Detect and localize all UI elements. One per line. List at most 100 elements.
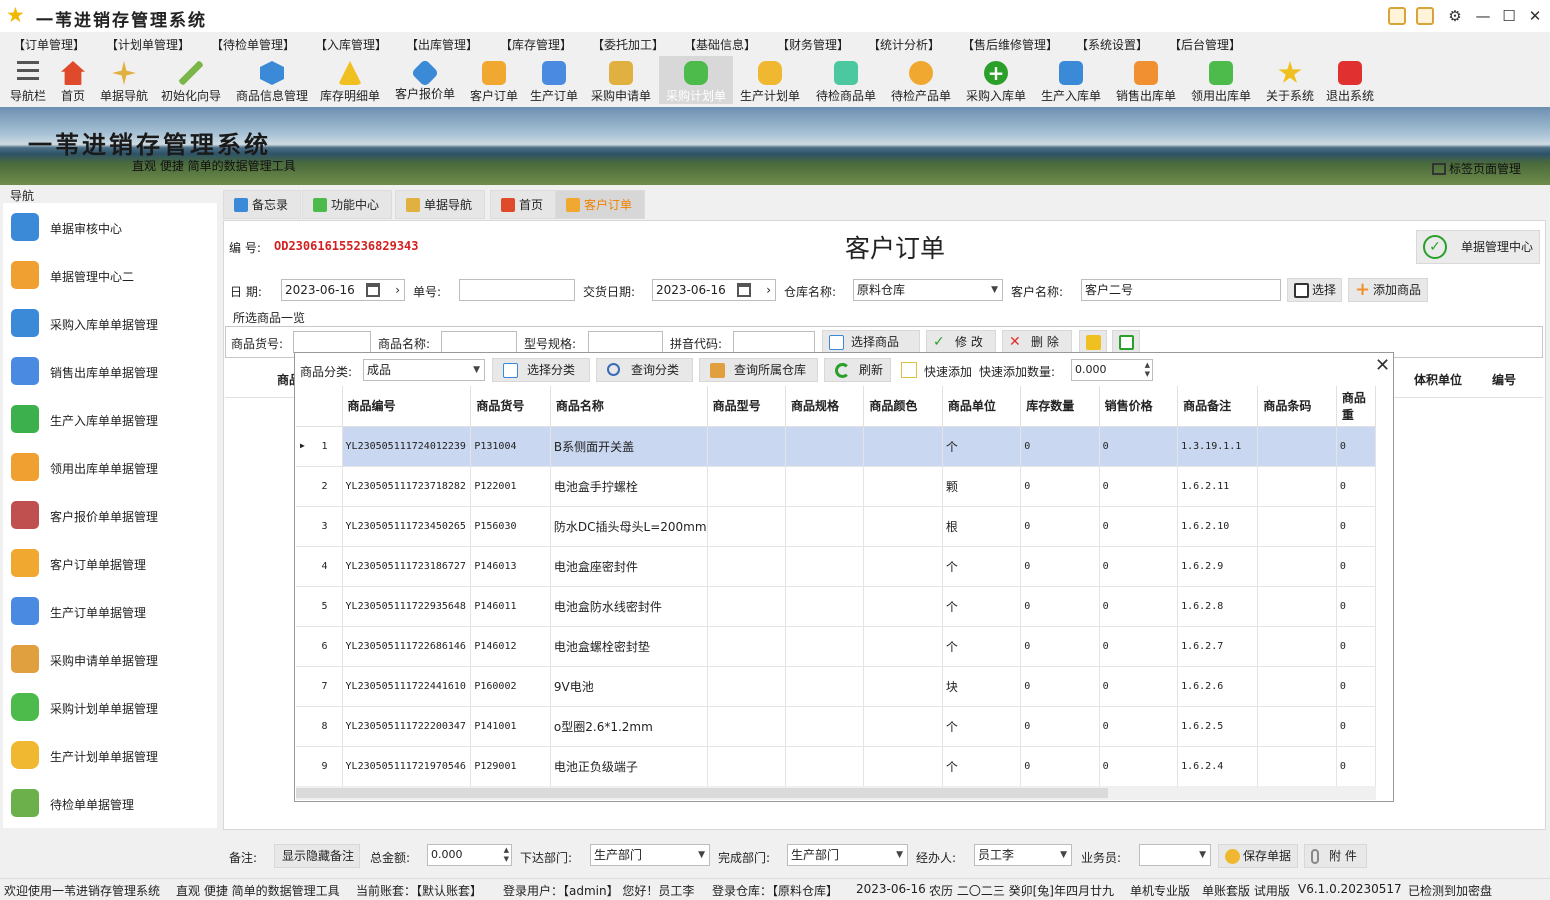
delete-button[interactable]: ✕ 删 除	[1002, 330, 1072, 354]
menu-settings[interactable]: 【系统设置】	[1076, 36, 1148, 53]
toolbar-quote-button[interactable]: 客户报价单	[392, 56, 458, 104]
nav-item-purchase-request[interactable]: 采购申请单单据管理	[3, 635, 217, 683]
nav-item-customer-quote[interactable]: 客户报价单单据管理	[3, 491, 217, 539]
doc-center-button[interactable]: ✓ 单据管理中心	[1416, 230, 1540, 264]
goods-no-input[interactable]	[293, 331, 371, 353]
toolbar-doc-nav-button[interactable]: 单据导航	[96, 56, 152, 104]
menu-statistics[interactable]: 【统计分析】	[868, 36, 940, 53]
toolbar-usage-outbound-button[interactable]: 领用出库单	[1187, 56, 1255, 104]
menu-basic-info[interactable]: 【基础信息】	[684, 36, 756, 53]
nav-item-inspection[interactable]: 待检单单据管理	[3, 779, 217, 827]
table-row[interactable]: 6 YL230505111722686146 P146012 电池盒螺栓密封垫个 0 0 1…	[296, 626, 1376, 667]
col-goods-remark[interactable]: 商品备注	[1177, 386, 1259, 427]
total-amount-stepper[interactable]: 0.000 ▲ ▼	[427, 844, 512, 866]
order-no-input[interactable]	[459, 279, 575, 301]
col-goods-code[interactable]: 商品编号	[342, 386, 472, 427]
edit-button[interactable]: ✓ 修 改	[926, 330, 996, 354]
col-goods-spec[interactable]: 商品规格	[785, 386, 865, 427]
query-category-button[interactable]: 查询分类	[596, 358, 693, 382]
menu-inbound[interactable]: 【入库管理】	[315, 36, 387, 53]
query-warehouse-button[interactable]: 查询所属仓库	[699, 358, 818, 382]
done-dept-select[interactable]: 生产部门 ▼	[787, 844, 908, 866]
toolbar-purchase-request-button[interactable]: 采购申请单	[587, 56, 655, 104]
nav-item-doc-center-2[interactable]: 单据管理中心二	[3, 251, 217, 299]
chevron-right-icon[interactable]: ›	[395, 280, 400, 300]
calendar-icon[interactable]	[366, 283, 380, 297]
menu-inspection[interactable]: 【待检单管理】	[211, 36, 295, 53]
close-window-icon[interactable]: ✕	[1524, 6, 1546, 26]
col-goods-name[interactable]: 商品名称	[550, 386, 708, 427]
select-category-button[interactable]: 选择分类	[492, 358, 590, 382]
date-picker[interactable]: 2023-06-16 ›	[281, 279, 405, 301]
table-row[interactable]: 4 YL230505111723186727 P146013 电池盒座密封件个 0 0 1.…	[296, 546, 1376, 587]
col-goods-model[interactable]: 商品型号	[707, 386, 786, 427]
chevron-right-icon[interactable]: ›	[766, 280, 771, 300]
menu-inventory[interactable]: 【库存管理】	[500, 36, 572, 53]
quick-qty-stepper[interactable]: 0.000 ▲ ▼	[1071, 359, 1153, 381]
col-stock-qty[interactable]: 库存数量	[1020, 386, 1100, 427]
warehouse-select[interactable]: 原料仓库 ▼	[853, 279, 1003, 301]
goods-name-input[interactable]	[441, 331, 517, 353]
sales-select[interactable]: ▼	[1139, 844, 1211, 866]
maximize-icon[interactable]: ☐	[1498, 6, 1520, 26]
category-select[interactable]: 成品 ▼	[363, 359, 485, 381]
copy-button[interactable]	[1112, 330, 1140, 354]
tag-manager-button[interactable]: 标签页面管理	[1432, 160, 1521, 177]
table-row[interactable]: 7 YL230505111722441610 P160002 9V电池块 0 0 1.6.2…	[296, 666, 1376, 707]
table-row[interactable]: ▶ 1 YL230505111724012239 P131004 B系侧面开关盖个 0 0 1…	[296, 426, 1376, 467]
nav-item-production-order[interactable]: 生产订单单据管理	[3, 587, 217, 635]
table-row[interactable]: 5 YL230505111722935648 P146011 电池盒防水线密封件个 0 0…	[296, 586, 1376, 627]
tab-customer-order[interactable]: 客户订单	[555, 190, 646, 219]
toolbar-pending-products-button[interactable]: 待检产品单	[887, 56, 955, 104]
toolbar-stock-detail-button[interactable]: 库存明细单	[316, 56, 384, 104]
table-row[interactable]: 8 YL230505111722200347 P141001 o型圈2.6*1.2mm…	[296, 706, 1376, 747]
nav-item-purchase-inbound[interactable]: 采购入库单单据管理	[3, 299, 217, 347]
toolbar-nav-button[interactable]: 导航栏	[4, 56, 52, 104]
table-row[interactable]: 9 YL230505111721970546 P129001 电池正负级端子个 0 0 1.…	[296, 746, 1376, 786]
table-row[interactable]: 3 YL230505111723450265 P156030 防水DC插头母头L=20…	[296, 506, 1376, 547]
handler-select[interactable]: 员工李 ▼	[974, 844, 1072, 866]
skin-icon[interactable]	[1386, 6, 1408, 26]
col-goods-unit[interactable]: 商品单位	[942, 386, 1022, 427]
refresh-button[interactable]: 刷新	[824, 358, 891, 382]
delivery-date-picker[interactable]: 2023-06-16 ›	[652, 279, 776, 301]
stepper-arrows-icon[interactable]: ▲ ▼	[1145, 361, 1150, 379]
minimize-icon[interactable]: —	[1472, 6, 1494, 26]
col-goods-weight[interactable]: 商品重	[1336, 386, 1376, 427]
gear-icon[interactable]: ⚙	[1444, 6, 1466, 26]
toolbar-production-order-button[interactable]: 生产订单	[526, 56, 582, 104]
toolbar-customer-order-button[interactable]: 客户订单	[466, 56, 522, 104]
model-input[interactable]	[588, 331, 663, 353]
tab-memo[interactable]: 备忘录	[223, 190, 302, 219]
choose-customer-button[interactable]: 选择	[1287, 278, 1342, 302]
calendar-icon[interactable]	[737, 283, 751, 297]
toolbar-pending-goods-button[interactable]: 待检商品单	[812, 56, 880, 104]
issue-dept-select[interactable]: 生产部门 ▼	[590, 844, 710, 866]
save-button[interactable]: 保存单据	[1218, 844, 1298, 868]
toolbar-production-inbound-button[interactable]: 生产入库单	[1037, 56, 1105, 104]
attach-button[interactable]: 附 件	[1304, 844, 1367, 868]
scrollbar-thumb[interactable]	[296, 788, 1108, 798]
tab-function-center[interactable]: 功能中心	[302, 190, 393, 219]
layout-icon[interactable]	[1414, 6, 1436, 26]
toolbar-init-wizard-button[interactable]: 初始化向导	[157, 56, 225, 104]
col-goods-barcode[interactable]: 商品条码	[1257, 386, 1337, 427]
col-sale-price[interactable]: 销售价格	[1099, 386, 1179, 427]
tab-doc-nav[interactable]: 单据导航	[395, 190, 486, 219]
toolbar-purchase-plan-button[interactable]: 采购计划单	[659, 56, 733, 104]
menu-after-sales[interactable]: 【售后维修管理】	[962, 36, 1058, 53]
toggle-remark-button[interactable]: 显示隐藏备注	[274, 844, 360, 868]
table-row[interactable]: 2 YL230505111723718282 P122001 电池盒手拧螺栓颗 0 0 1.…	[296, 466, 1376, 507]
menu-outbound[interactable]: 【出库管理】	[406, 36, 478, 53]
toolbar-exit-button[interactable]: 退出系统	[1322, 56, 1378, 104]
nav-item-customer-order[interactable]: 客户订单单据管理	[3, 539, 217, 587]
menu-admin[interactable]: 【后台管理】	[1169, 36, 1241, 53]
quick-add-checkbox[interactable]	[901, 362, 917, 378]
toolbar-sales-outbound-button[interactable]: 销售出库单	[1112, 56, 1180, 104]
menu-plan[interactable]: 【计划单管理】	[106, 36, 190, 53]
toolbar-home-button[interactable]: 首页	[55, 56, 91, 104]
nav-item-production-inbound[interactable]: 生产入库单单据管理	[3, 395, 217, 443]
nav-item-purchase-plan[interactable]: 采购计划单单据管理	[3, 683, 217, 731]
close-popup-icon[interactable]: ✕	[1375, 355, 1390, 376]
nav-item-usage-outbound[interactable]: 领用出库单单据管理	[3, 443, 217, 491]
